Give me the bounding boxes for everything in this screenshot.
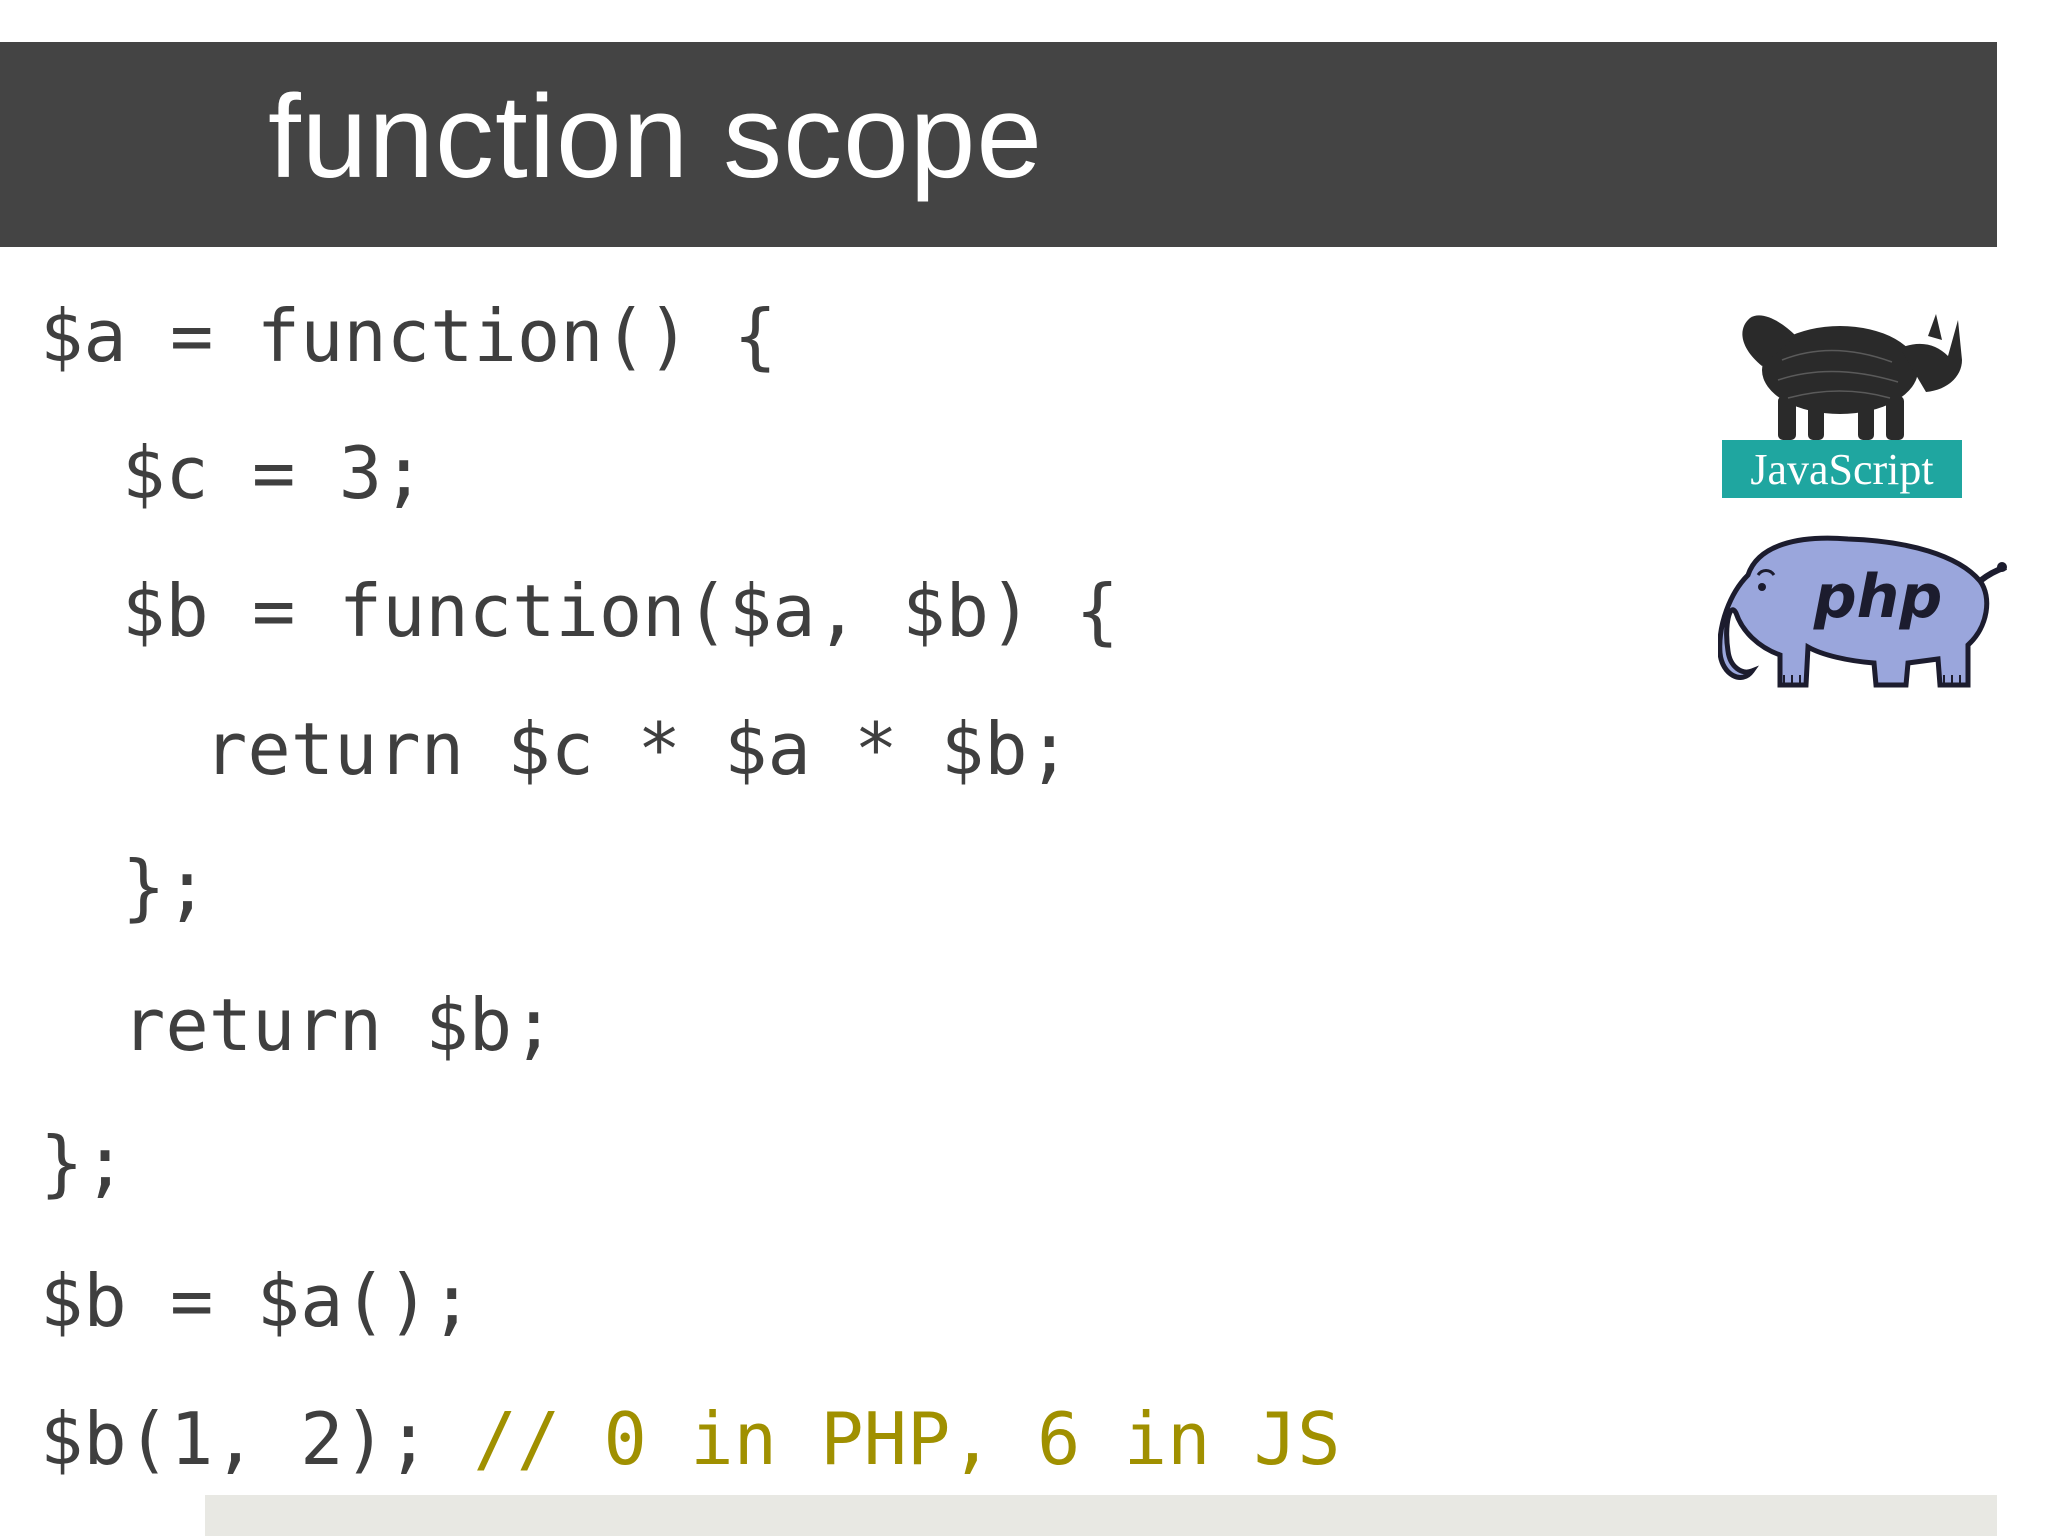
code-line-8: $b = $a(); xyxy=(40,1259,474,1343)
code-line-3: $b = function($a, $b) { xyxy=(122,569,1119,653)
bottom-strip xyxy=(205,1495,1997,1536)
rhinoceros-icon: JavaScript xyxy=(1722,314,1962,498)
code-block: $a = function() { $c = 3; $b = function(… xyxy=(0,0,1700,1536)
elephant-icon: php xyxy=(1717,535,2007,688)
javascript-logo: JavaScript xyxy=(1722,300,1972,500)
code-line-7: }; xyxy=(40,1121,127,1205)
code-line-6: return $b; xyxy=(122,983,556,1067)
javascript-logo-label: JavaScript xyxy=(1750,445,1933,494)
php-logo: php xyxy=(1717,535,2008,705)
code-line-5: }; xyxy=(122,845,209,929)
code-line-4: return $c * $a * $b; xyxy=(204,707,1071,791)
code-line-9-code: $b(1, 2); xyxy=(40,1397,431,1481)
php-logo-label: php xyxy=(1813,562,1943,632)
code-comment: // 0 in PHP, 6 in JS xyxy=(473,1397,1341,1481)
code-line-2: $c = 3; xyxy=(122,431,426,515)
logo-column: JavaScript php xyxy=(1717,300,2008,720)
code-line-9: $b(1, 2); // 0 in PHP, 6 in JS xyxy=(40,1403,1340,1475)
code-line-1: $a = function() { xyxy=(40,294,777,378)
